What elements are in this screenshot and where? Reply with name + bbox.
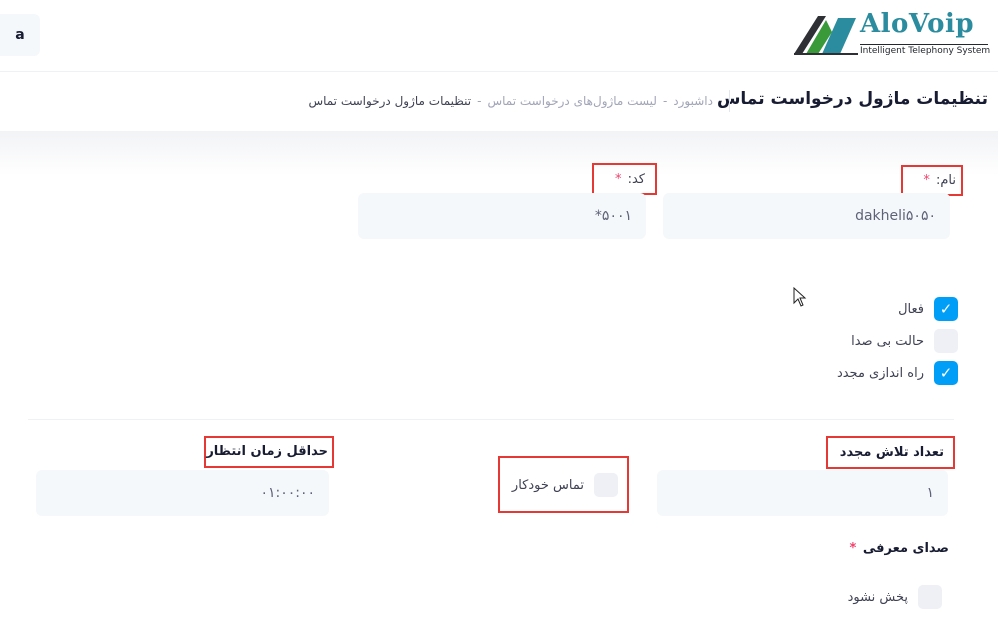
name-input[interactable]: dakheli۵۰۵۰	[663, 193, 950, 239]
code-input[interactable]: *۵۰۰۱	[358, 193, 646, 239]
intro-sound-label: صدای معرفی *	[849, 541, 949, 556]
title-divider	[729, 90, 730, 112]
logo-name: AloVoip	[860, 9, 975, 39]
section-divider	[28, 419, 954, 420]
auto-call-checkbox-row[interactable]: تماس خودکار	[512, 472, 618, 498]
mouse-cursor-icon	[793, 287, 807, 307]
no-play-label: پخش نشود	[847, 589, 908, 605]
logo-mark-icon	[794, 16, 858, 55]
restart-checkbox-row[interactable]: ✓ راه اندازی مجدد	[837, 360, 958, 386]
breadcrumb: داشبورد-لیست ماژول‌های درخواست تماس-تنظی…	[308, 94, 713, 108]
min-wait-input[interactable]: ۰۱:۰۰:۰۰	[36, 470, 329, 516]
silent-mode-checkbox[interactable]	[934, 329, 958, 353]
auto-call-label: تماس خودکار	[511, 477, 584, 493]
breadcrumb-separator: -	[477, 94, 482, 108]
breadcrumb-module-list[interactable]: لیست ماژول‌های درخواست تماس	[487, 94, 657, 108]
active-checkbox[interactable]: ✓	[934, 297, 958, 321]
breadcrumb-dashboard[interactable]: داشبورد	[673, 94, 713, 108]
silent-mode-checkbox-row[interactable]: حالت بی صدا	[851, 328, 958, 354]
no-play-checkbox-row[interactable]: پخش نشود	[848, 584, 942, 610]
name-label: نام: *	[923, 173, 956, 188]
active-label: فعال	[898, 301, 924, 317]
alovoip-logo[interactable]: AloVoip Intelligent Telephony System	[792, 9, 992, 58]
retry-count-input[interactable]: ۱	[657, 470, 948, 516]
page-header: تنظیمات ماژول درخواست تماس داشبورد-لیست …	[0, 73, 998, 131]
breadcrumb-separator: -	[662, 94, 668, 108]
code-label: کد: *	[614, 172, 645, 187]
active-checkbox-row[interactable]: ✓ فعال	[898, 296, 958, 322]
restart-checkbox[interactable]: ✓	[934, 361, 958, 385]
top-bar: a AloVoip Intelligent Telephony System	[0, 0, 998, 72]
retry-count-label: تعداد تلاش مجدد	[839, 445, 944, 460]
user-menu-button[interactable]: a	[0, 14, 40, 56]
auto-call-checkbox[interactable]	[594, 473, 618, 497]
restart-label: راه اندازی مجدد	[836, 365, 924, 381]
min-wait-label: حداقل زمان انتظار	[206, 444, 328, 459]
no-play-checkbox[interactable]	[918, 585, 942, 609]
logo-tagline: Intelligent Telephony System	[860, 44, 991, 56]
page-title: تنظیمات ماژول درخواست تماس	[716, 89, 988, 109]
silent-mode-label: حالت بی صدا	[851, 333, 924, 349]
breadcrumb-current: تنظیمات ماژول درخواست تماس	[308, 94, 472, 108]
